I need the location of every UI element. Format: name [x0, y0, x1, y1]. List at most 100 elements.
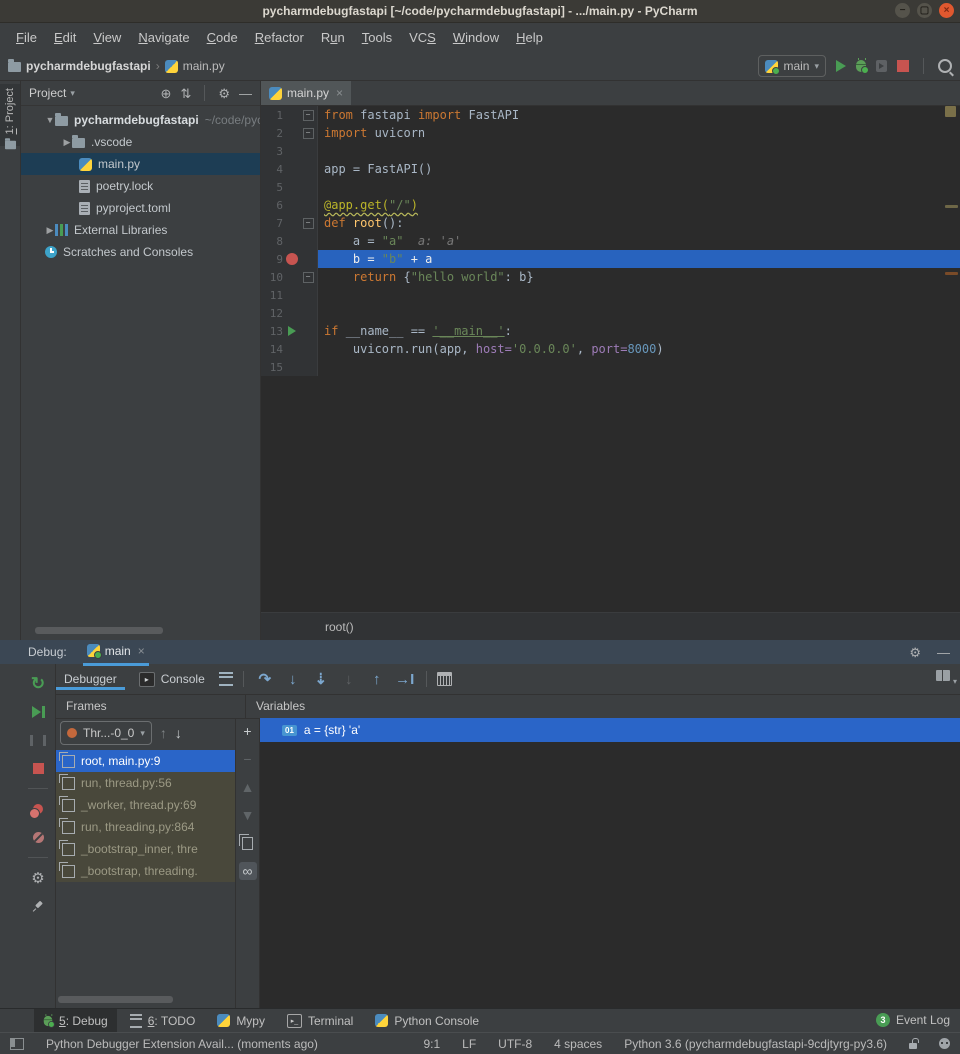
menu-refactor[interactable]: Refactor — [247, 27, 312, 48]
gutter[interactable]: 3 — [261, 142, 318, 160]
close-icon[interactable]: × — [138, 644, 145, 658]
debug-button[interactable] — [856, 60, 866, 72]
breadcrumb-method[interactable]: root() — [325, 620, 354, 634]
menu-file[interactable]: File — [8, 27, 45, 48]
gutter[interactable]: 5 — [261, 178, 318, 196]
minimize-button[interactable]: − — [895, 3, 910, 18]
code-area[interactable]: 1−from fastapi import FastAPI2−import uv… — [261, 106, 960, 376]
stripe-item-project[interactable]: 1: Project — [0, 84, 20, 146]
code-line-8[interactable]: 8 a = "a" a: 'a' — [261, 232, 960, 250]
gutter[interactable]: 6 — [261, 196, 318, 214]
frame-row[interactable]: _bootstrap, threading. — [56, 860, 235, 882]
horizontal-scrollbar[interactable] — [35, 627, 163, 634]
duplicate-button[interactable] — [239, 834, 257, 852]
gutter[interactable]: 14 — [261, 340, 318, 358]
view-breakpoints-button[interactable] — [25, 796, 51, 822]
code-line-7[interactable]: 7−def root(): — [261, 214, 960, 232]
code-line-10[interactable]: 10− return {"hello world": b} — [261, 268, 960, 286]
fold-marker-icon[interactable]: − — [301, 214, 315, 232]
frame-row[interactable]: _bootstrap_inner, thre — [56, 838, 235, 860]
pin-button[interactable] — [25, 893, 51, 919]
gear-icon[interactable]: ⚙ — [909, 646, 921, 659]
code-line-4[interactable]: 4app = FastAPI() — [261, 160, 960, 178]
fold-marker-icon[interactable]: − — [301, 268, 315, 286]
variable-row[interactable]: 01a = {str} 'a' — [260, 718, 960, 742]
hide-panel-icon[interactable]: — — [239, 87, 252, 100]
code-line-9[interactable]: 9 b = "b" + a — [261, 250, 960, 268]
code-line-5[interactable]: 5 — [261, 178, 960, 196]
chevron-collapsed-icon[interactable]: ▶ — [45, 225, 55, 236]
gutter[interactable]: 4 — [261, 160, 318, 178]
settings-button[interactable]: ⚙ — [25, 865, 51, 891]
gutter[interactable]: 11 — [261, 286, 318, 304]
tab-console[interactable]: ▸Console — [131, 668, 213, 691]
breadcrumb-item-pycharmdebugfastapi[interactable]: pycharmdebugfastapi — [26, 59, 151, 73]
toolwindow-button-python-console[interactable]: Python Console — [366, 1009, 488, 1032]
breakpoint-icon[interactable] — [283, 250, 301, 268]
chevron-collapsed-icon[interactable]: ▶ — [62, 137, 72, 148]
mute-breakpoints-button[interactable] — [25, 824, 51, 850]
code-line-11[interactable]: 11 — [261, 286, 960, 304]
debug-session-tab[interactable]: main × — [83, 639, 149, 666]
menu-window[interactable]: Window — [445, 27, 507, 48]
hector-inspector-icon[interactable] — [939, 1038, 950, 1049]
collapse-all-icon[interactable]: ⇅ — [180, 87, 191, 100]
menu-edit[interactable]: Edit — [46, 27, 84, 48]
breakpoint-stripe-mark[interactable] — [945, 272, 958, 275]
gutter[interactable]: 12 — [261, 304, 318, 322]
code-line-13[interactable]: 13if __name__ == '__main__': — [261, 322, 960, 340]
stop-button[interactable] — [897, 60, 909, 72]
menu-code[interactable]: Code — [199, 27, 246, 48]
frame-row[interactable]: run, threading.py:864 — [56, 816, 235, 838]
tree-item-pyproject-toml[interactable]: pyproject.toml — [21, 197, 260, 219]
toolwindow-button-6-todo[interactable]: 6: TODO — [121, 1009, 205, 1032]
caret-position[interactable]: 9:1 — [423, 1037, 440, 1051]
step-over-button[interactable]: ↷ — [254, 670, 276, 688]
fold-marker-icon[interactable]: − — [301, 106, 315, 124]
gear-icon[interactable]: ⚙ — [218, 87, 230, 100]
gutter[interactable]: 13 — [261, 322, 318, 340]
gutter[interactable]: 15 — [261, 358, 318, 376]
code-line-1[interactable]: 1−from fastapi import FastAPI — [261, 106, 960, 124]
maximize-button[interactable]: ▢ — [917, 3, 932, 18]
gutter[interactable]: 10− — [261, 268, 318, 286]
menu-tools[interactable]: Tools — [354, 27, 400, 48]
gutter[interactable]: 1− — [261, 106, 318, 124]
frame-row[interactable]: _worker, thread.py:69 — [56, 794, 235, 816]
code-line-15[interactable]: 15 — [261, 358, 960, 376]
layout-settings-icon[interactable] — [936, 670, 950, 681]
warning-stripe-mark[interactable] — [945, 205, 958, 208]
event-log-button[interactable]: 3 Event Log — [876, 1008, 950, 1031]
hide-panel-icon[interactable]: — — [937, 646, 950, 659]
toolwindow-button-terminal[interactable]: ▸_Terminal — [278, 1009, 362, 1032]
toolwindow-button-mypy[interactable]: Mypy — [208, 1009, 274, 1032]
close-icon[interactable]: × — [336, 86, 343, 100]
menu-navigate[interactable]: Navigate — [130, 27, 197, 48]
tree-item-main-py[interactable]: main.py — [21, 153, 260, 175]
thread-selector[interactable]: Thr...-0_0 ▾ — [60, 721, 152, 745]
code-line-2[interactable]: 2−import uvicorn — [261, 124, 960, 142]
tree-item-poetry-lock[interactable]: poetry.lock — [21, 175, 260, 197]
pause-button[interactable] — [25, 727, 51, 753]
line-ending[interactable]: LF — [462, 1037, 476, 1051]
gutter[interactable]: 9 — [261, 250, 318, 268]
breadcrumb-item-main.py[interactable]: main.py — [183, 59, 225, 73]
stop-button[interactable] — [25, 755, 51, 781]
menu-run[interactable]: Run — [313, 27, 353, 48]
horizontal-scrollbar[interactable] — [58, 996, 173, 1003]
gutter[interactable]: 7− — [261, 214, 318, 232]
gutter[interactable]: 2− — [261, 124, 318, 142]
run-config-dropdown[interactable]: main ▾ — [758, 55, 826, 77]
gutter[interactable]: 8 — [261, 232, 318, 250]
run-button[interactable] — [836, 60, 846, 72]
add-watch-button[interactable]: + — [239, 722, 257, 740]
rerun-button[interactable]: ↻ — [25, 671, 51, 697]
project-panel-title[interactable]: Project — [29, 86, 66, 100]
frame-up-icon[interactable]: ↑ — [160, 725, 167, 741]
menu-vcs[interactable]: VCS — [401, 27, 444, 48]
indent-setting[interactable]: 4 spaces — [554, 1037, 602, 1051]
tree-item-external-libraries[interactable]: ▶External Libraries — [21, 219, 260, 241]
chevron-expanded-icon[interactable]: ▼ — [45, 115, 55, 125]
frame-row[interactable]: root, main.py:9 — [56, 750, 235, 772]
toolwindow-toggle-icon[interactable] — [10, 1038, 24, 1050]
